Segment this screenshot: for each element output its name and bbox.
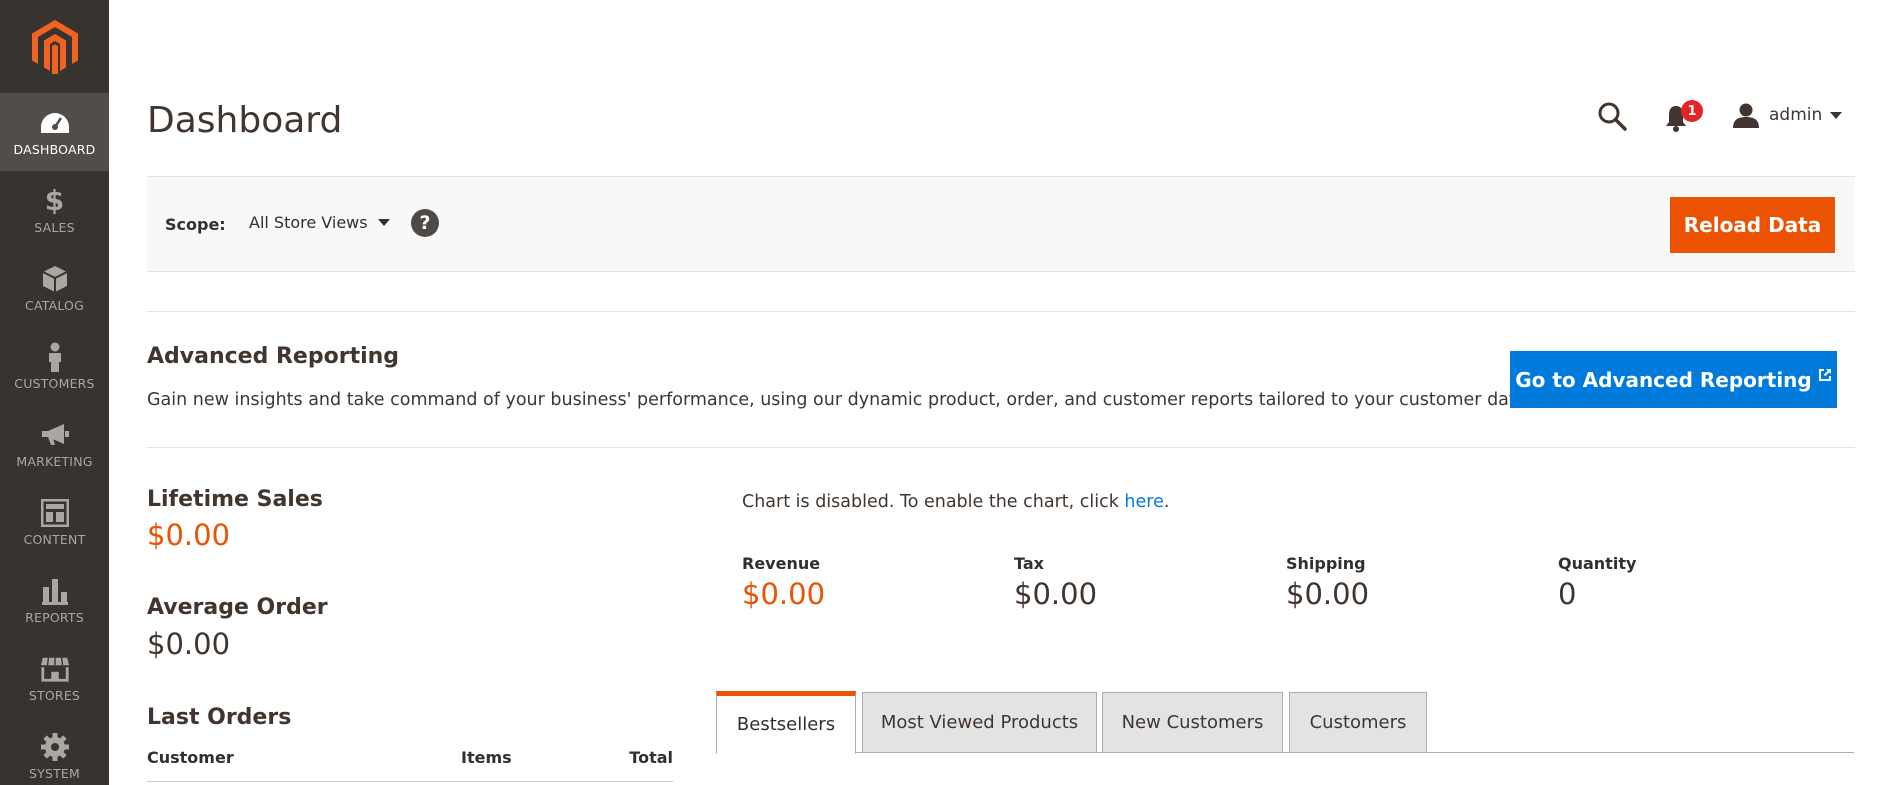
notifications-count-badge: 1 xyxy=(1681,100,1703,122)
column-header-customer: Customer xyxy=(147,748,234,767)
totals-shipping: Shipping $0.00 xyxy=(1286,554,1369,611)
store-view-value: All Store Views xyxy=(249,213,368,232)
advanced-reporting-title: Advanced Reporting xyxy=(147,344,400,369)
totals-value: $0.00 xyxy=(742,577,826,611)
lifetime-sales-label: Lifetime Sales xyxy=(147,487,323,512)
totals-quantity: Quantity 0 xyxy=(1558,554,1636,611)
search-icon xyxy=(1598,102,1627,131)
enable-chart-link[interactable]: here xyxy=(1124,492,1163,512)
tab-new-customers[interactable]: New Customers xyxy=(1102,692,1283,753)
dashboard-icon xyxy=(40,108,70,138)
totals-label: Revenue xyxy=(742,554,821,573)
totals-value: $0.00 xyxy=(1014,577,1098,611)
search-button[interactable] xyxy=(1596,100,1628,132)
sidebar-item-system[interactable]: SYSTEM xyxy=(0,717,109,785)
help-icon[interactable]: ? xyxy=(411,209,439,237)
sidebar-item-label: REPORTS xyxy=(25,609,84,625)
sidebar-item-catalog[interactable]: CATALOG xyxy=(0,249,109,327)
average-order-label: Average Order xyxy=(147,595,328,620)
chevron-down-icon xyxy=(1830,111,1843,119)
divider xyxy=(147,447,1855,448)
chart-message-text: Chart is disabled. To enable the chart, … xyxy=(742,492,1125,512)
sidebar-item-label: CONTENT xyxy=(23,531,86,547)
tab-customers[interactable]: Customers xyxy=(1289,692,1427,753)
chart-message-suffix: . xyxy=(1163,492,1170,512)
last-orders-table-header: Customer Items Total xyxy=(147,748,673,782)
external-link-icon xyxy=(1818,368,1831,381)
totals-label: Tax xyxy=(1014,554,1044,573)
user-menu[interactable]: admin xyxy=(1733,100,1843,130)
advanced-reporting-button-label: Go to Advanced Reporting xyxy=(1515,367,1812,392)
user-name: admin xyxy=(1769,105,1823,125)
store-view-switcher[interactable]: All Store Views xyxy=(249,213,390,232)
sidebar-item-label: CUSTOMERS xyxy=(14,375,95,391)
last-orders-title: Last Orders xyxy=(147,705,292,730)
magento-logo[interactable] xyxy=(0,0,109,93)
go-to-advanced-reporting-button[interactable]: Go to Advanced Reporting xyxy=(1510,351,1837,408)
sidebar-item-label: DASHBOARD xyxy=(13,141,96,157)
chevron-down-icon xyxy=(377,219,390,226)
average-order-value: $0.00 xyxy=(147,627,231,661)
sidebar-item-label: MARKETING xyxy=(16,453,93,469)
totals-tax: Tax $0.00 xyxy=(1014,554,1097,611)
notifications-button[interactable]: 1 xyxy=(1662,98,1703,134)
person-icon xyxy=(40,342,70,372)
bar-chart-icon xyxy=(40,576,70,606)
lifetime-sales-value: $0.00 xyxy=(147,518,231,552)
page-title: Dashboard xyxy=(147,100,343,141)
user-icon xyxy=(1733,103,1759,128)
column-header-items: Items xyxy=(461,748,512,767)
dollar-icon: $ xyxy=(44,184,65,217)
sidebar-item-label: STORES xyxy=(28,687,81,703)
sidebar-item-sales[interactable]: $ SALES xyxy=(0,171,109,249)
sidebar-item-stores[interactable]: STORES xyxy=(0,639,109,717)
scope-label: Scope: xyxy=(165,215,226,234)
totals-value: 0 xyxy=(1558,577,1577,611)
sidebar-item-customers[interactable]: CUSTOMERS xyxy=(0,327,109,405)
gear-icon xyxy=(40,732,70,762)
totals-label: Shipping xyxy=(1286,554,1366,573)
totals-value: $0.00 xyxy=(1286,577,1370,611)
storefront-icon xyxy=(40,654,70,684)
divider xyxy=(147,311,1855,312)
dashboard-tabs: Bestsellers Most Viewed Products New Cus… xyxy=(716,691,1854,754)
sidebar: DASHBOARD $ SALES CATALOG CUSTOMERS MARK… xyxy=(0,0,109,785)
tab-bestsellers[interactable]: Bestsellers xyxy=(716,691,856,754)
reload-data-button[interactable]: Reload Data xyxy=(1670,197,1835,253)
tab-most-viewed-products[interactable]: Most Viewed Products xyxy=(862,692,1097,753)
layout-icon xyxy=(40,498,70,528)
sidebar-item-reports[interactable]: REPORTS xyxy=(0,561,109,639)
chart-disabled-message: Chart is disabled. To enable the chart, … xyxy=(742,492,1169,512)
box-icon xyxy=(40,264,70,294)
sidebar-item-dashboard[interactable]: DASHBOARD xyxy=(0,93,109,171)
totals-label: Quantity xyxy=(1558,554,1637,573)
sidebar-item-label: CATALOG xyxy=(25,297,84,313)
column-header-total: Total xyxy=(629,748,673,767)
scope-bar: Scope: All Store Views ? Reload Data xyxy=(147,176,1855,272)
magento-logo-icon xyxy=(31,19,78,74)
sidebar-item-label: SYSTEM xyxy=(28,765,81,781)
sidebar-item-label: SALES xyxy=(34,219,75,235)
totals-revenue: Revenue $0.00 xyxy=(742,554,825,611)
advanced-reporting-description: Gain new insights and take command of yo… xyxy=(147,390,1533,410)
megaphone-icon xyxy=(40,420,70,450)
sidebar-item-marketing[interactable]: MARKETING xyxy=(0,405,109,483)
sidebar-item-content[interactable]: CONTENT xyxy=(0,483,109,561)
